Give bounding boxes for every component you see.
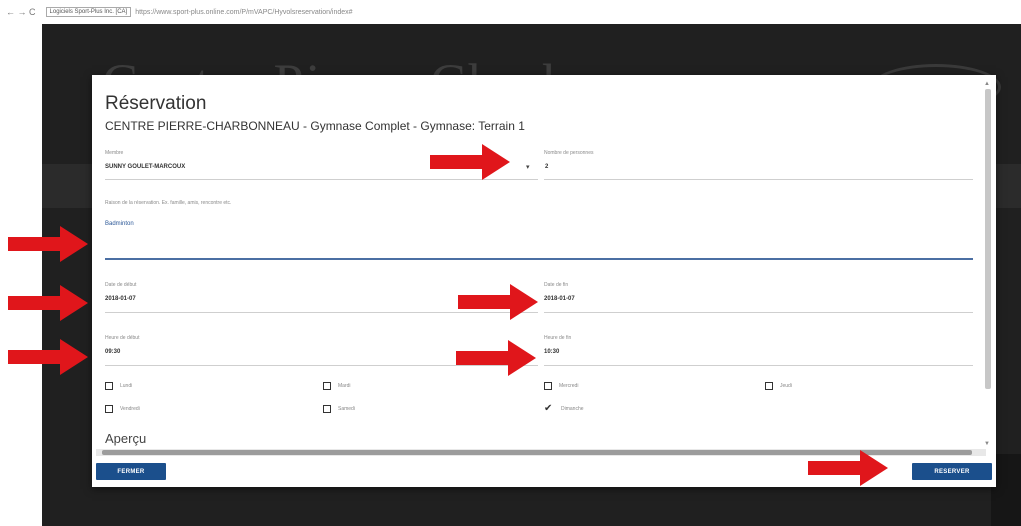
arrow-icon xyxy=(458,284,538,320)
dialog-subtitle: CENTRE PIERRE-CHARBONNEAU - Gymnase Comp… xyxy=(105,119,525,133)
checkbox-icon[interactable] xyxy=(105,405,113,413)
arrow-icon xyxy=(456,340,536,376)
day-label: Vendredi xyxy=(120,406,140,412)
day-checkbox-samedi[interactable]: Samedi xyxy=(323,405,355,413)
end-time-value: 10:30 xyxy=(544,349,560,355)
scroll-down-icon[interactable]: ▼ xyxy=(984,441,990,447)
day-checkbox-jeudi[interactable]: Jeudi xyxy=(765,382,792,390)
address-field[interactable]: Logiciels Sport-Plus Inc. [CA] https://w… xyxy=(45,7,353,17)
member-label: Membre xyxy=(105,150,124,156)
scroll-up-icon[interactable]: ▲ xyxy=(984,81,990,87)
day-checkbox-lundi[interactable]: Lundi xyxy=(105,382,132,390)
day-checkbox-mercredi[interactable]: Mercredi xyxy=(544,382,578,390)
day-checkbox-mardi[interactable]: Mardi xyxy=(323,382,351,390)
browser-nav-icons[interactable]: ← → C xyxy=(6,7,36,17)
dialog-title: Réservation xyxy=(105,93,207,114)
reason-underline xyxy=(105,258,973,260)
url-text: https://www.sport-plus.online.com/P/mVAP… xyxy=(135,8,353,16)
browser-url-bar: ← → C Logiciels Sport-Plus Inc. [CA] htt… xyxy=(0,0,1021,24)
close-button[interactable]: FERMER xyxy=(96,463,166,480)
reserve-button[interactable]: RESERVER xyxy=(912,463,992,480)
arrow-icon xyxy=(8,285,88,321)
end-time-label: Heure de fin xyxy=(544,335,572,341)
people-value: 2 xyxy=(545,164,549,170)
day-label: Samedi xyxy=(338,406,355,412)
reason-label: Raison de la réservation. Ex. famille, a… xyxy=(105,200,232,206)
checkbox-icon[interactable] xyxy=(105,382,113,390)
checkmark-icon[interactable]: ✔ xyxy=(544,404,554,414)
start-date-label: Date de début xyxy=(105,282,137,288)
people-underline xyxy=(544,179,973,180)
day-label: Lundi xyxy=(120,383,133,389)
end-time-underline xyxy=(544,365,973,366)
reservation-dialog: Réservation CENTRE PIERRE-CHARBONNEAU - … xyxy=(92,75,996,487)
start-time-label: Heure de début xyxy=(105,335,140,341)
day-label: Mercredi xyxy=(559,383,579,389)
day-label: Dimanche xyxy=(561,406,584,412)
arrow-icon xyxy=(8,339,88,375)
checkbox-icon[interactable] xyxy=(544,382,552,390)
end-date-underline xyxy=(544,312,973,313)
day-label: Jeudi xyxy=(780,383,792,389)
day-label: Mardi xyxy=(338,383,351,389)
start-date-value: 2018-01-07 xyxy=(105,296,136,302)
chevron-down-icon[interactable]: ▾ xyxy=(526,163,530,171)
scrollbar-thumb[interactable] xyxy=(985,89,991,389)
page: ← → C Logiciels Sport-Plus Inc. [CA] htt… xyxy=(0,0,1021,526)
preview-heading: Aperçu xyxy=(105,431,147,446)
start-time-value: 09:30 xyxy=(105,349,121,355)
people-label: Nombre de personnes xyxy=(544,150,594,156)
reason-value: Badminton xyxy=(105,221,134,227)
end-date-label: Date de fin xyxy=(544,282,569,288)
checkbox-icon[interactable] xyxy=(323,382,331,390)
vertical-scrollbar[interactable]: ▲ ▼ xyxy=(984,81,992,447)
day-checkbox-dimanche[interactable]: ✔ Dimanche xyxy=(544,404,584,414)
arrow-icon xyxy=(808,450,888,486)
end-date-value: 2018-01-07 xyxy=(544,296,575,302)
checkbox-icon[interactable] xyxy=(323,405,331,413)
arrow-icon xyxy=(430,144,510,180)
arrow-icon xyxy=(8,226,88,262)
member-value: SUNNY GOULET-MARCOUX xyxy=(105,164,186,170)
site-identity: Logiciels Sport-Plus Inc. [CA] xyxy=(45,7,132,17)
checkbox-icon[interactable] xyxy=(765,382,773,390)
day-checkbox-vendredi[interactable]: Vendredi xyxy=(105,405,140,413)
